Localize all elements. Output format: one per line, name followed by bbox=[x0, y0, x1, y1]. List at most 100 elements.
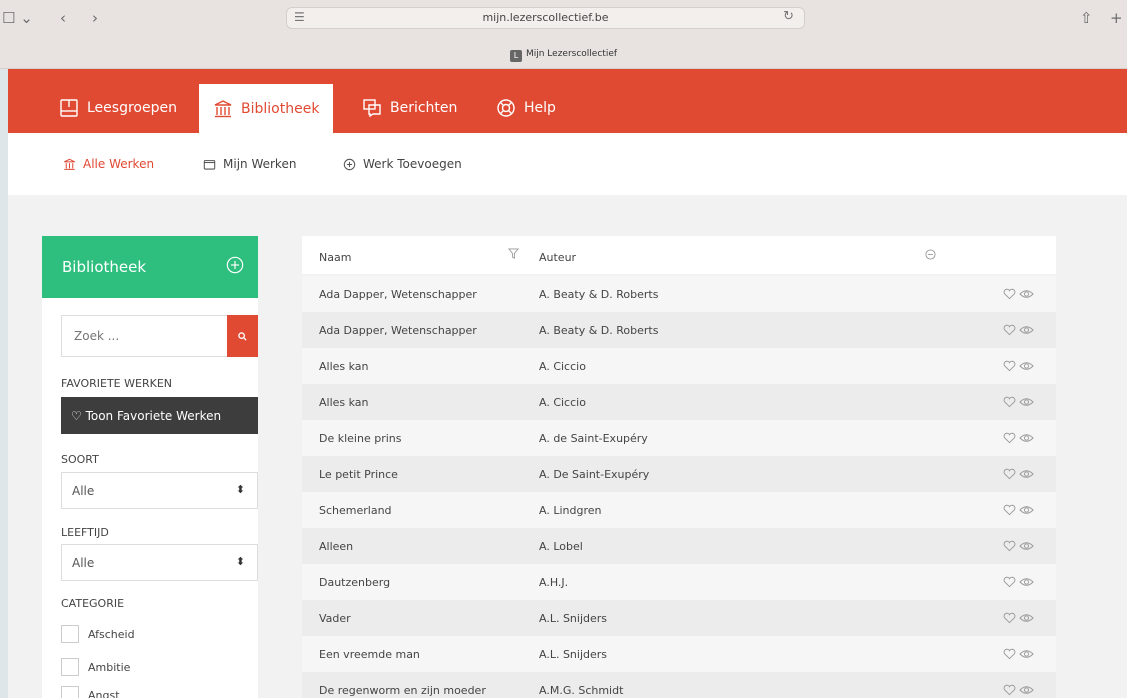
cell-name: Vader bbox=[319, 612, 351, 625]
cell-author: A. Beaty & D. Roberts bbox=[539, 324, 659, 337]
heart-icon[interactable] bbox=[1003, 288, 1016, 300]
table-row[interactable]: De regenworm en zijn moeder A.M.G. Schmi… bbox=[302, 672, 1056, 698]
leeftijd-select[interactable]: Alle ⬍ bbox=[61, 544, 258, 581]
subnav-werk-toevoegen[interactable]: Werk Toevoegen bbox=[343, 157, 462, 171]
table-row[interactable]: Dautzenberg A.H.J. bbox=[302, 564, 1056, 600]
subnav-mijn-werken[interactable]: Mijn Werken bbox=[203, 157, 296, 171]
eye-icon[interactable] bbox=[1019, 504, 1034, 516]
cell-author: A.M.G. Schmidt bbox=[539, 684, 624, 697]
browser-tab[interactable]: L Mijn Lezerscollectief bbox=[0, 49, 1127, 62]
cell-author: A. Beaty & D. Roberts bbox=[539, 288, 659, 301]
select-arrows-icon: ⬍ bbox=[235, 555, 245, 568]
book-icon bbox=[60, 99, 78, 117]
table-header: Naam Auteur bbox=[302, 236, 1056, 274]
eye-icon[interactable] bbox=[1019, 540, 1034, 552]
browser-chrome: ☐ ⌄ ‹ › ☰ mijn.lezerscollectief.be ↻ ⇧ +… bbox=[0, 0, 1127, 69]
address-bar[interactable]: ☰ mijn.lezerscollectief.be ↻ bbox=[286, 7, 805, 29]
table-row[interactable]: Alleen A. Lobel bbox=[302, 528, 1056, 564]
eye-icon[interactable] bbox=[1019, 576, 1034, 588]
table-row[interactable]: Ada Dapper, Wetenschapper A. Beaty & D. … bbox=[302, 276, 1056, 312]
cell-author: A.H.J. bbox=[539, 576, 569, 589]
heart-icon[interactable] bbox=[1003, 612, 1016, 624]
checkbox[interactable] bbox=[61, 658, 79, 676]
column-header-author[interactable]: Auteur bbox=[539, 251, 576, 264]
cell-name: Alles kan bbox=[319, 396, 369, 409]
category-label: Ambitie bbox=[88, 660, 131, 674]
cell-author: A. Lobel bbox=[539, 540, 583, 553]
cell-name: Ada Dapper, Wetenschapper bbox=[319, 288, 477, 301]
add-circle-icon[interactable] bbox=[226, 256, 244, 274]
new-tab-button[interactable]: + bbox=[1110, 9, 1123, 27]
forward-button[interactable]: › bbox=[92, 9, 98, 27]
eye-icon[interactable] bbox=[1019, 648, 1034, 660]
table-row[interactable]: Een vreemde man A.L. Snijders bbox=[302, 636, 1056, 672]
soort-select[interactable]: Alle ⬍ bbox=[61, 472, 258, 509]
checkbox[interactable] bbox=[61, 686, 79, 698]
heart-icon[interactable] bbox=[1003, 684, 1016, 696]
subnav-label: Alle Werken bbox=[83, 157, 155, 171]
select-arrows-icon: ⬍ bbox=[235, 483, 245, 496]
search-input[interactable] bbox=[61, 315, 227, 357]
search-icon bbox=[238, 331, 247, 341]
heart-icon[interactable] bbox=[1003, 648, 1016, 660]
table-row[interactable]: Alles kan A. Ciccio bbox=[302, 348, 1056, 384]
table-row[interactable]: De kleine prins A. de Saint-Exupéry bbox=[302, 420, 1056, 456]
category-label: Afscheid bbox=[88, 627, 135, 641]
heart-icon[interactable] bbox=[1003, 540, 1016, 552]
nav-bibliotheek[interactable]: Bibliotheek bbox=[199, 84, 334, 133]
nav-berichten[interactable]: Berichten bbox=[348, 83, 471, 133]
heart-icon[interactable] bbox=[1003, 360, 1016, 372]
eye-icon[interactable] bbox=[1019, 288, 1034, 300]
eye-icon[interactable] bbox=[1019, 360, 1034, 372]
eye-icon[interactable] bbox=[1019, 396, 1034, 408]
messages-icon bbox=[363, 99, 381, 118]
nav-label: Help bbox=[524, 100, 556, 116]
eye-icon[interactable] bbox=[1019, 432, 1034, 444]
nav-help[interactable]: Help bbox=[482, 83, 570, 133]
column-header-name[interactable]: Naam bbox=[319, 251, 351, 264]
sidebar-toggle-icon[interactable]: ☐ ⌄ bbox=[2, 9, 33, 27]
subnav-label: Werk Toevoegen bbox=[363, 157, 462, 171]
tab-favicon: L bbox=[509, 50, 522, 62]
category-checkbox[interactable]: Ambitie bbox=[61, 658, 130, 676]
eye-icon[interactable] bbox=[1019, 324, 1034, 336]
works-table: Naam Auteur Ada Dapper, Wetenschapper A.… bbox=[302, 236, 1056, 698]
eye-icon[interactable] bbox=[1019, 468, 1034, 480]
search-button[interactable] bbox=[227, 315, 258, 357]
heart-icon[interactable] bbox=[1003, 576, 1016, 588]
heart-icon[interactable] bbox=[1003, 504, 1016, 516]
eye-icon[interactable] bbox=[1019, 612, 1034, 624]
sidebar-header: Bibliotheek bbox=[42, 236, 258, 298]
soort-value: Alle bbox=[72, 484, 95, 498]
back-button[interactable]: ‹ bbox=[60, 9, 66, 27]
lifebuoy-icon bbox=[497, 99, 515, 117]
category-checkbox[interactable]: Afscheid bbox=[61, 625, 135, 643]
heart-icon[interactable] bbox=[1003, 432, 1016, 444]
table-row[interactable]: Schemerland A. Lindgren bbox=[302, 492, 1056, 528]
minus-circle-icon[interactable] bbox=[925, 249, 936, 260]
cell-name: Ada Dapper, Wetenschapper bbox=[319, 324, 477, 337]
share-icon[interactable]: ⇧ bbox=[1080, 9, 1093, 27]
nav-leesgroepen[interactable]: Leesgroepen bbox=[45, 83, 191, 133]
heart-icon[interactable] bbox=[1003, 468, 1016, 480]
cell-name: Een vreemde man bbox=[319, 648, 420, 661]
heart-icon[interactable] bbox=[1003, 396, 1016, 408]
search-box bbox=[61, 315, 258, 357]
cell-author: A.L. Snijders bbox=[539, 612, 608, 625]
table-row[interactable]: Le petit Prince A. De Saint-Exupéry bbox=[302, 456, 1056, 492]
nav-label: Bibliotheek bbox=[241, 100, 320, 117]
table-row[interactable]: Vader A.L. Snijders bbox=[302, 600, 1056, 636]
favorites-button[interactable]: ♡ Toon Favoriete Werken bbox=[61, 397, 258, 434]
cell-name: De regenworm en zijn moeder bbox=[319, 684, 486, 697]
table-row[interactable]: Alles kan A. Ciccio bbox=[302, 384, 1056, 420]
heart-icon[interactable] bbox=[1003, 324, 1016, 336]
table-row[interactable]: Ada Dapper, Wetenschapper A. Beaty & D. … bbox=[302, 312, 1056, 348]
filter-icon[interactable] bbox=[508, 248, 519, 259]
cell-author: A. Ciccio bbox=[539, 396, 586, 409]
subnav-alle-werken[interactable]: Alle Werken bbox=[63, 157, 154, 171]
eye-icon[interactable] bbox=[1019, 684, 1034, 696]
checkbox[interactable] bbox=[61, 625, 79, 643]
sidebar: Bibliotheek FAVORIETE WERKEN ♡ Toon Favo… bbox=[42, 236, 258, 698]
category-checkbox[interactable]: Angst bbox=[61, 686, 120, 698]
reload-icon[interactable]: ↻ bbox=[783, 9, 794, 24]
